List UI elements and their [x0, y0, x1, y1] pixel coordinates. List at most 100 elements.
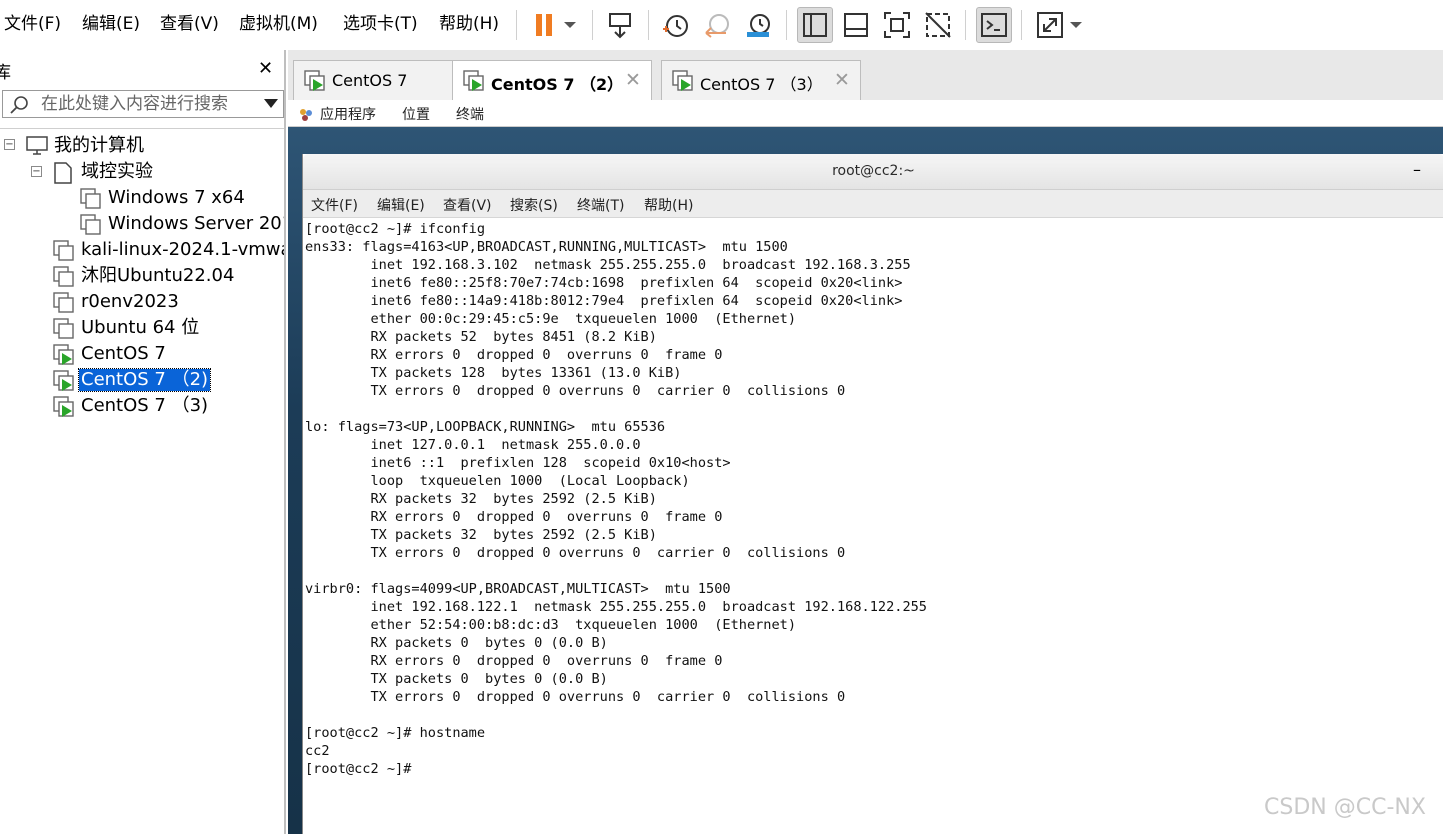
- terminal-output[interactable]: [root@cc2 ~]# ifconfig ens33: flags=4163<…: [305, 220, 1435, 832]
- terminal-menu-view[interactable]: 查看(V): [443, 195, 492, 215]
- tree-item-label: 域控实验: [81, 161, 153, 182]
- terminal-line: inet6 ::1 prefixlen 128 scopeid 0x10<hos…: [305, 455, 731, 471]
- close-icon[interactable]: ✕: [258, 58, 273, 80]
- tree-item-label: Windows Server 2019: [108, 213, 284, 234]
- menu-file[interactable]: 文件(F): [4, 12, 61, 36]
- tree-item-label: CentOS 7: [81, 343, 166, 364]
- library-title: 库: [0, 63, 11, 83]
- vm-running-icon: [53, 396, 75, 424]
- terminal-line: lo: flags=73<UP,LOOPBACK,RUNNING> mtu 65…: [305, 419, 666, 435]
- watermark: CSDN @CC-NX: [1264, 795, 1426, 820]
- terminal-line: inet 192.168.3.102 netmask 255.255.255.0…: [305, 257, 911, 273]
- menu-tabs[interactable]: 选项卡(T): [343, 12, 418, 36]
- terminal-window[interactable]: root@cc2:~ – 文件(F) 编辑(E) 查看(V) 搜索(S) 终端(…: [302, 154, 1443, 834]
- folder-doc-icon: [53, 162, 73, 190]
- terminal-menu-file[interactable]: 文件(F): [311, 195, 358, 215]
- dropdown-arrow-icon[interactable]: [1064, 7, 1088, 43]
- tree-item-label: kali-linux-2024.1-vmware-amd64: [81, 239, 284, 260]
- search-dropdown-icon[interactable]: [264, 99, 278, 108]
- terminal-line: ether 52:54:00:b8:dc:d3 txqueuelen 1000 …: [305, 617, 797, 633]
- terminal-line: TX packets 0 bytes 0 (0.0 B): [305, 671, 608, 687]
- toolbar-separator: [592, 10, 593, 40]
- search-icon: [9, 94, 31, 120]
- terminal-line: RX packets 52 bytes 8451 (8.2 KiB): [305, 329, 657, 345]
- thumbnail-view-icon[interactable]: [838, 7, 874, 43]
- stretch-icon[interactable]: [1032, 7, 1068, 43]
- terminal-line: ens33: flags=4163<UP,BROADCAST,RUNNING,M…: [305, 239, 788, 255]
- tab-label: CentOS 7 （2）: [491, 75, 624, 94]
- vm-tree: − 我的计算机 − 域控实验 Windows 7 x64 Windows Ser…: [0, 128, 284, 828]
- vm-running-icon: [53, 370, 75, 398]
- snapshot-icon[interactable]: [658, 7, 694, 43]
- console-icon[interactable]: [976, 7, 1012, 43]
- snapshot-manager-icon[interactable]: [741, 7, 777, 43]
- menu-view[interactable]: 查看(V): [160, 12, 219, 36]
- tab-close-icon[interactable]: ✕: [625, 69, 641, 91]
- terminal-line: inet 192.168.122.1 netmask 255.255.255.0…: [305, 599, 927, 615]
- terminal-line: [root@cc2 ~]# ifconfig: [305, 221, 486, 237]
- fullscreen-icon[interactable]: [879, 7, 915, 43]
- terminal-line: TX packets 128 bytes 13361 (13.0 KiB): [305, 365, 682, 381]
- computer-icon: [26, 136, 48, 162]
- tree-item-label: CentOS 7 （3): [81, 395, 209, 416]
- gnome-top-bar: 应用程序 位置 终端: [288, 100, 1443, 127]
- send-ctrl-alt-del-icon[interactable]: [603, 7, 639, 43]
- terminal-line: RX errors 0 dropped 0 overruns 0 frame 0: [305, 347, 723, 363]
- minimize-button[interactable]: –: [1413, 160, 1421, 179]
- search-placeholder: 在此处键入内容进行搜索: [41, 94, 228, 114]
- terminal-line: inet6 fe80::25f8:70e7:74cb:1698 prefixle…: [305, 275, 903, 291]
- toolbar-separator: [516, 10, 517, 40]
- terminal-menu-search[interactable]: 搜索(S): [510, 195, 558, 215]
- terminal-titlebar[interactable]: root@cc2:~ –: [303, 154, 1443, 190]
- tab-label: CentOS 7 （3）: [700, 75, 823, 94]
- terminal-line: virbr0: flags=4099<UP,BROADCAST,MULTICAS…: [305, 581, 731, 597]
- revert-snapshot-icon[interactable]: [700, 7, 736, 43]
- tree-item-label: 我的计算机: [54, 135, 144, 156]
- toolbar-separator: [786, 10, 787, 40]
- menu-edit[interactable]: 编辑(E): [82, 12, 140, 36]
- tab-close-icon[interactable]: ✕: [834, 69, 850, 91]
- tree-item-label: Ubuntu 64 位: [81, 317, 200, 338]
- library-view-icon[interactable]: [797, 7, 833, 43]
- collapse-expander[interactable]: −: [31, 166, 42, 177]
- terminal-menubar: 文件(F) 编辑(E) 查看(V) 搜索(S) 终端(T) 帮助(H): [303, 190, 1443, 218]
- tree-item-label: 沐阳Ubuntu22.04: [81, 265, 235, 286]
- tree-item-label: Windows 7 x64: [108, 187, 245, 208]
- toolbar-separator: [1021, 10, 1022, 40]
- tab-centos7-3[interactable]: CentOS 7 （3） ✕: [661, 60, 861, 100]
- guest-display[interactable]: 应用程序 位置 终端 root@cc2:~ – 文件(F) 编辑(E) 查看(V…: [288, 100, 1443, 834]
- library-search-input[interactable]: 在此处键入内容进行搜索: [2, 90, 284, 118]
- menu-applications[interactable]: 应用程序: [320, 104, 376, 124]
- vm-icon: [80, 214, 102, 242]
- terminal-line: [root@cc2 ~]#: [305, 761, 412, 777]
- vm-icon: [80, 188, 102, 216]
- terminal-line: inet 127.0.0.1 netmask 255.0.0.0: [305, 437, 641, 453]
- collapse-expander[interactable]: −: [4, 139, 15, 150]
- vm-running-icon: [53, 344, 75, 372]
- applications-icon: [298, 107, 314, 127]
- terminal-line: TX errors 0 dropped 0 overruns 0 carrier…: [305, 545, 846, 561]
- terminal-line: TX packets 32 bytes 2592 (2.5 KiB): [305, 527, 657, 543]
- vm-running-icon: [304, 70, 326, 96]
- tab-centos7-2[interactable]: CentOS 7 （2） ✕: [452, 60, 652, 101]
- menu-places[interactable]: 位置: [402, 104, 430, 124]
- terminal-line: inet6 fe80::14a9:418b:8012:79e4 prefixle…: [305, 293, 903, 309]
- vm-icon: [53, 240, 75, 268]
- vm-running-icon: [672, 70, 694, 96]
- terminal-menu-edit[interactable]: 编辑(E): [377, 195, 425, 215]
- terminal-line: cc2: [305, 743, 330, 759]
- menu-vm[interactable]: 虚拟机(M): [239, 12, 318, 36]
- menubar: 文件(F) 编辑(E) 查看(V) 虚拟机(M) 选项卡(T) 帮助(H): [0, 0, 1443, 50]
- terminal-menu-terminal[interactable]: 终端(T): [577, 195, 624, 215]
- vm-running-icon: [463, 70, 485, 96]
- toolbar-separator: [965, 10, 966, 40]
- dropdown-arrow-icon[interactable]: [558, 7, 582, 43]
- menu-help[interactable]: 帮助(H): [439, 12, 499, 36]
- library-header: 库 ✕: [0, 58, 284, 83]
- terminal-menu-help[interactable]: 帮助(H): [644, 195, 693, 215]
- terminal-line: ether 00:0c:29:45:c5:9e txqueuelen 1000 …: [305, 311, 797, 327]
- vm-icon: [53, 292, 75, 320]
- menu-terminal[interactable]: 终端: [456, 104, 484, 124]
- terminal-line: RX packets 32 bytes 2592 (2.5 KiB): [305, 491, 657, 507]
- unity-icon[interactable]: [920, 7, 956, 43]
